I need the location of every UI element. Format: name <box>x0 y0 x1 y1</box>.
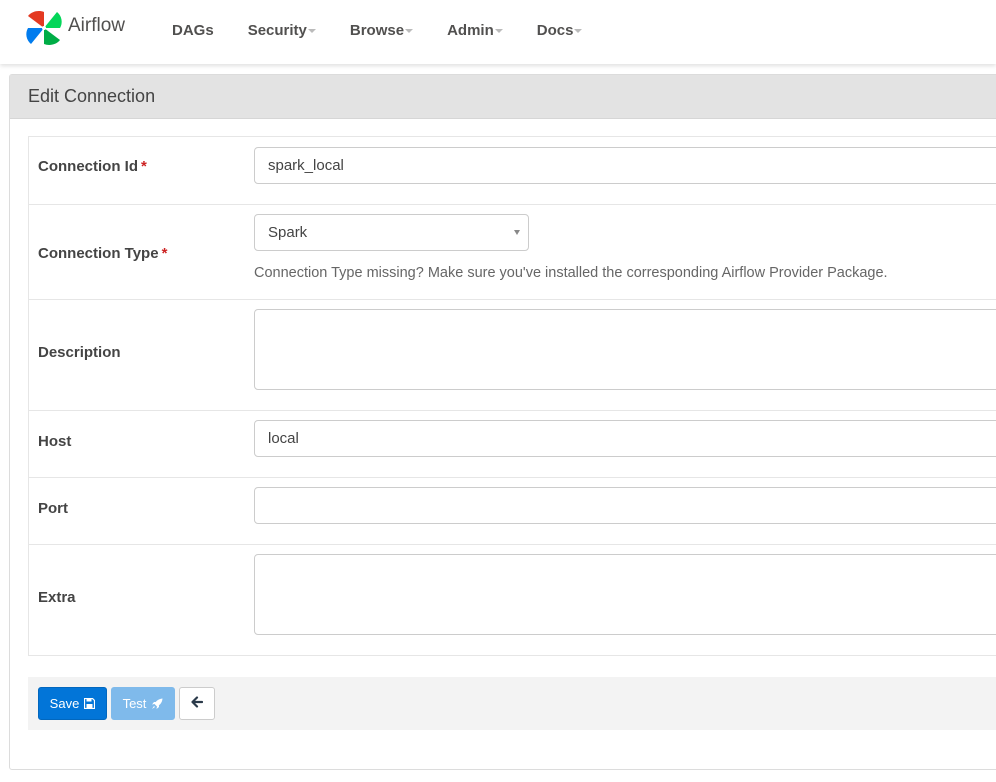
nav-label: Security <box>247 21 307 39</box>
top-navbar: Airflow DAGs Security Browse Admin Docs <box>0 0 996 64</box>
form-row-host: Host local <box>29 410 996 477</box>
form-actions: Save Test <box>28 677 996 730</box>
nav-item-dags[interactable]: DAGs <box>172 22 214 39</box>
connection-form: Connection Id * spark_local Connection Ty… <box>28 136 996 656</box>
brand-name: Airflow <box>68 15 126 36</box>
port-label: Port <box>38 500 68 517</box>
connection-id-label: Connection Id * <box>38 158 147 175</box>
connection-type-select[interactable]: Spark <box>254 214 529 251</box>
button-label: Save <box>49 696 80 711</box>
host-label: Host <box>38 433 72 450</box>
edit-connection-panel: Edit Connection Connection Id * spark_loc… <box>9 74 996 770</box>
port-input[interactable] <box>254 487 996 524</box>
button-label: Test <box>122 696 147 711</box>
caret-down-icon <box>405 29 414 33</box>
label-text: Connection Type <box>38 245 159 262</box>
brand-link[interactable]: Airflow <box>24 8 125 48</box>
nav-label: Admin <box>447 21 494 39</box>
form-row-connection-id: Connection Id * spark_local <box>29 137 996 204</box>
form-row-connection-type: Connection Type * Spark Connection Type m… <box>29 204 996 299</box>
test-button[interactable]: Test <box>111 687 175 720</box>
main-nav: DAGs Security Browse Admin Docs <box>172 0 616 60</box>
rocket-icon <box>151 698 163 710</box>
nav-label: Docs <box>536 21 574 39</box>
input-value: spark_local <box>268 157 344 174</box>
arrow-left-icon <box>191 696 204 711</box>
panel-heading: Edit Connection <box>10 75 996 119</box>
nav-item-security[interactable]: Security <box>248 22 316 39</box>
connection-type-label: Connection Type * <box>38 245 167 262</box>
description-textarea[interactable] <box>254 309 996 390</box>
selected-value: Spark <box>268 224 308 241</box>
nav-item-docs[interactable]: Docs <box>537 22 583 39</box>
form-row-extra: Extra <box>29 544 996 655</box>
connection-id-input[interactable]: spark_local <box>254 147 996 184</box>
description-label: Description <box>38 344 121 361</box>
form-row-description: Description <box>29 299 996 410</box>
required-marker: * <box>161 245 168 262</box>
floppy-disk-icon <box>84 698 96 709</box>
caret-down-icon <box>574 29 583 33</box>
connection-type-help: Connection Type missing? Make sure you'v… <box>254 265 888 281</box>
extra-label: Extra <box>38 589 76 606</box>
form-row-port: Port <box>29 477 996 544</box>
back-button[interactable] <box>179 687 215 720</box>
nav-item-browse[interactable]: Browse <box>349 21 414 39</box>
extra-textarea[interactable] <box>254 554 996 635</box>
airflow-pinwheel-icon <box>24 8 64 48</box>
input-value: local <box>268 430 299 447</box>
nav-item-admin[interactable]: Admin <box>447 22 503 39</box>
chevron-down-icon <box>514 230 520 235</box>
save-button[interactable]: Save <box>38 687 107 720</box>
caret-down-icon <box>494 29 503 33</box>
label-text: Connection Id <box>38 158 138 175</box>
required-marker: * <box>141 158 147 175</box>
nav-label: Browse <box>349 21 405 39</box>
page-title: Edit Connection <box>28 86 156 106</box>
host-input[interactable]: local <box>254 420 996 457</box>
nav-label: DAGs <box>172 21 214 39</box>
caret-down-icon <box>307 29 316 33</box>
